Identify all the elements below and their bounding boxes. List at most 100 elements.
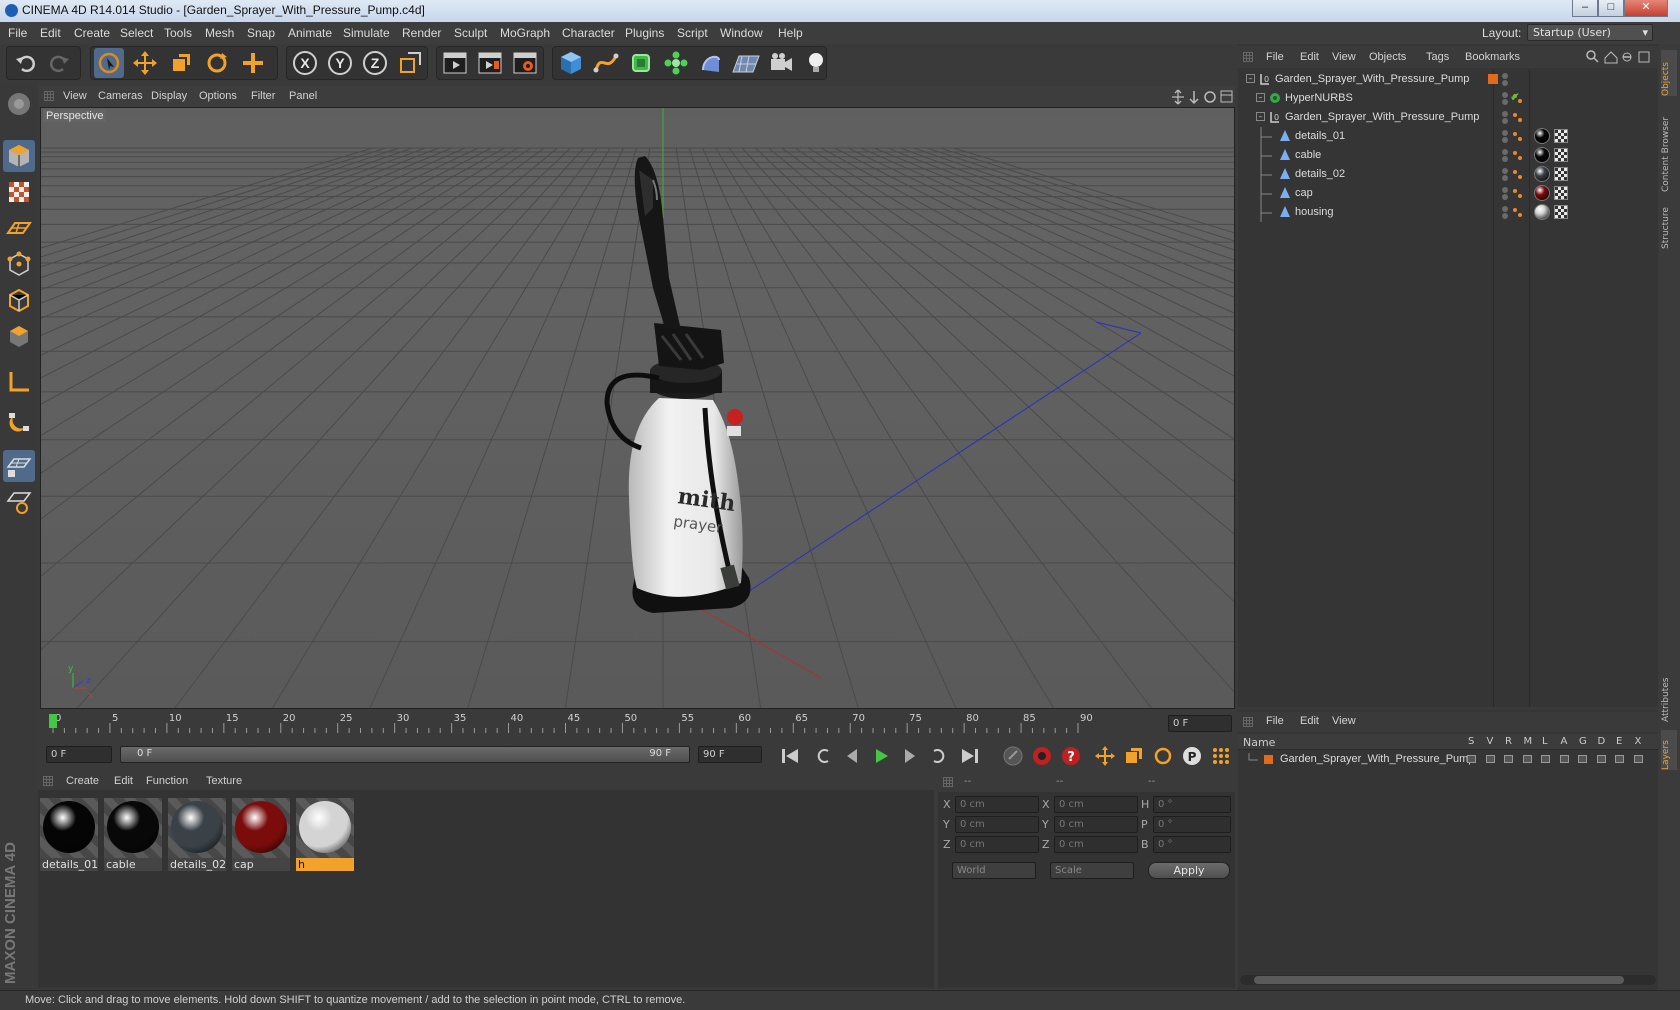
objects-header-icons[interactable]	[1586, 50, 1656, 64]
uvw-tag-icon[interactable]	[1554, 167, 1568, 181]
object-row[interactable]: cap	[1238, 184, 1658, 203]
layer-flag-l-icon[interactable]	[1541, 755, 1550, 763]
tab-layers[interactable]: Layers	[1661, 730, 1677, 770]
rotation-p-field[interactable]: 0 °	[1153, 816, 1231, 833]
layer-column-v[interactable]: V	[1487, 736, 1494, 747]
spline-icon[interactable]	[591, 48, 621, 78]
scale-icon[interactable]	[166, 48, 196, 78]
menu-window[interactable]: Window	[720, 26, 763, 40]
layers-menu-file[interactable]: File	[1266, 715, 1284, 727]
visibility-render-dot[interactable]	[1502, 80, 1508, 86]
viewport-menu-panel[interactable]: Panel	[289, 90, 317, 102]
menu-animate[interactable]: Animate	[288, 26, 332, 40]
key-pla-icon[interactable]	[1209, 744, 1233, 768]
menu-tools[interactable]: Tools	[164, 26, 192, 40]
size-x-field[interactable]: 0 cm	[1054, 796, 1138, 813]
size-y-field[interactable]: 0 cm	[1054, 816, 1138, 833]
render-picture-viewer-icon[interactable]	[475, 48, 505, 78]
viewport-menu-filter[interactable]: Filter	[251, 90, 275, 102]
menu-snap[interactable]: Snap	[247, 26, 275, 40]
layer-column-l[interactable]: L	[1542, 736, 1548, 747]
material-tag-icon[interactable]	[1534, 128, 1550, 144]
visibility-editor-dot[interactable]	[1502, 206, 1508, 212]
layer-column-e[interactable]: E	[1616, 736, 1622, 747]
rotate-icon[interactable]	[202, 48, 232, 78]
next-frame-icon[interactable]	[897, 744, 921, 768]
layer-name[interactable]: Garden_Sprayer_With_Pressure_Pump	[1280, 753, 1474, 765]
phong-tag-icon[interactable]	[1512, 188, 1524, 203]
coordinate-space-select[interactable]: World	[952, 862, 1036, 879]
uvw-tag-icon[interactable]	[1554, 148, 1568, 162]
texture-mode-icon[interactable]	[3, 176, 35, 208]
uvw-tag-icon[interactable]	[1554, 205, 1568, 219]
planar-workplane-icon[interactable]	[3, 486, 35, 518]
next-key-icon[interactable]	[925, 744, 949, 768]
visibility-render-dot[interactable]	[1502, 99, 1508, 105]
material-menu-edit[interactable]: Edit	[114, 775, 133, 787]
viewport-nav-icons[interactable]	[1171, 89, 1235, 105]
layer-flag-e-icon[interactable]	[1615, 755, 1624, 763]
live-selection-icon[interactable]	[94, 48, 124, 78]
objects-menu-edit[interactable]: Edit	[1300, 51, 1319, 63]
menu-render[interactable]: Render	[402, 26, 441, 40]
previous-key-icon[interactable]	[813, 744, 837, 768]
viewport-menu-cameras[interactable]: Cameras	[98, 90, 143, 102]
position-z-field[interactable]: 0 cm	[955, 836, 1039, 853]
menu-plugins[interactable]: Plugins	[625, 26, 664, 40]
menu-help[interactable]: Help	[778, 26, 803, 40]
objects-menu-file[interactable]: File	[1266, 51, 1284, 63]
visibility-editor-dot[interactable]	[1502, 111, 1508, 117]
timeline-playhead[interactable]	[49, 714, 57, 728]
size-z-field[interactable]: 0 cm	[1054, 836, 1138, 853]
edit-render-settings-icon[interactable]	[510, 48, 540, 78]
viewport-menu-options[interactable]: Options	[199, 90, 237, 102]
layer-color-swatch[interactable]	[1264, 755, 1273, 764]
layer-color-tag[interactable]	[1488, 74, 1498, 84]
visibility-render-dot[interactable]	[1502, 118, 1508, 124]
objects-menu-tags[interactable]: Tags	[1426, 51, 1449, 63]
record-keys-icon[interactable]	[1001, 744, 1025, 768]
material-tag-icon[interactable]	[1534, 166, 1550, 182]
coordinate-system-icon[interactable]	[395, 48, 425, 78]
apply-button[interactable]: Apply	[1148, 862, 1230, 879]
layer-flag-g-icon[interactable]	[1578, 755, 1587, 763]
autokey-icon[interactable]	[1030, 744, 1054, 768]
visibility-editor-dot[interactable]	[1502, 73, 1508, 79]
layout-select[interactable]: Startup (User)	[1527, 24, 1653, 41]
polygons-mode-icon[interactable]	[3, 320, 35, 352]
object-row[interactable]: –0 Garden_Sprayer_With_Pressure_Pump	[1238, 108, 1658, 127]
close-button[interactable]: ✕	[1624, 0, 1668, 17]
object-row[interactable]: –0 Garden_Sprayer_With_Pressure_Pump	[1238, 70, 1658, 89]
keyframe-selection-icon[interactable]: ?	[1059, 744, 1083, 768]
tab-attributes[interactable]: Attributes	[1661, 664, 1677, 722]
visibility-render-dot[interactable]	[1502, 137, 1508, 143]
material-name-edit[interactable]: h	[296, 858, 354, 871]
visibility-render-dot[interactable]	[1502, 213, 1508, 219]
viewport-menu-display[interactable]: Display	[151, 90, 187, 102]
array-icon[interactable]	[661, 48, 691, 78]
object-name[interactable]: Garden_Sprayer_With_Pressure_Pump	[1275, 73, 1469, 85]
menu-sculpt[interactable]: Sculpt	[454, 26, 487, 40]
key-scale-icon[interactable]	[1122, 744, 1146, 768]
phong-tag-icon[interactable]	[1512, 207, 1524, 222]
object-name[interactable]: details_01	[1295, 130, 1345, 142]
object-row[interactable]: details_01	[1238, 127, 1658, 146]
axis-mode-icon[interactable]	[3, 366, 35, 398]
position-y-field[interactable]: 0 cm	[955, 816, 1039, 833]
object-name[interactable]: Garden_Sprayer_With_Pressure_Pump	[1285, 111, 1479, 123]
timeline[interactable]: 0 5 10 15 20 25 30 35 40 45 50 55 60 65 70 75 80 85 90 0 F	[38, 709, 1235, 739]
menu-character[interactable]: Character	[562, 26, 615, 40]
go-to-start-icon[interactable]	[778, 744, 802, 768]
phong-tag-icon[interactable]	[1512, 169, 1524, 184]
layer-column-s[interactable]: S	[1468, 736, 1474, 747]
object-name[interactable]: cable	[1295, 149, 1321, 161]
menu-mograph[interactable]: MoGraph	[500, 26, 550, 40]
object-name[interactable]: details_02	[1295, 168, 1345, 180]
end-frame-field[interactable]: 90 F	[698, 746, 762, 763]
key-position-icon[interactable]	[1093, 744, 1117, 768]
model-mode-icon[interactable]	[3, 140, 35, 172]
nurbs-icon[interactable]	[626, 48, 656, 78]
object-row[interactable]: cable	[1238, 146, 1658, 165]
material-tag-icon[interactable]	[1534, 204, 1550, 220]
y-axis-icon[interactable]: Y	[325, 48, 355, 78]
